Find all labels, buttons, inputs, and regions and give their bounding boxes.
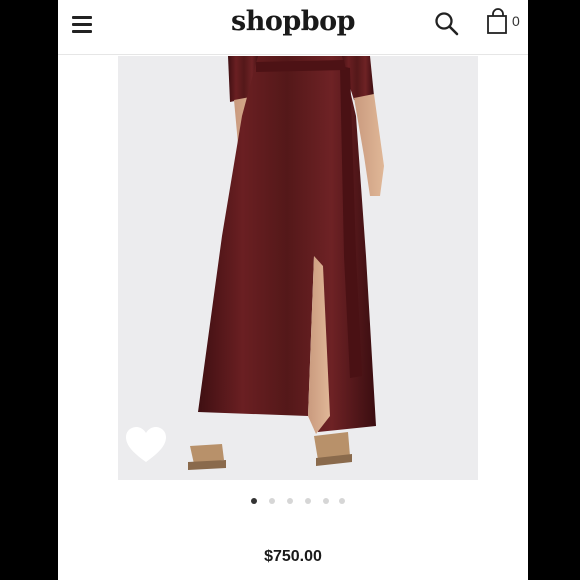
carousel-dot[interactable] <box>339 498 345 504</box>
carousel-dot[interactable] <box>269 498 275 504</box>
bag-count: 0 <box>512 13 520 29</box>
product-price: $750.00 <box>264 548 322 565</box>
search-icon <box>435 12 459 36</box>
top-nav-bar: shopbop 0 <box>58 0 528 55</box>
velvet-maxi-dress-photo <box>188 56 384 470</box>
product-image[interactable] <box>118 56 478 480</box>
carousel-dot[interactable] <box>323 498 329 504</box>
favorite-button[interactable] <box>124 425 168 465</box>
shopping-bag-icon <box>487 8 507 34</box>
carousel-indicator <box>58 498 528 508</box>
carousel-dot[interactable] <box>287 498 293 504</box>
app-screen: shopbop 0 $750.00 <box>58 0 528 580</box>
heart-icon <box>126 427 166 462</box>
search-button[interactable] <box>433 10 461 38</box>
shopping-bag-button[interactable]: 0 <box>486 8 526 38</box>
carousel-dot[interactable] <box>251 498 257 504</box>
carousel-dot[interactable] <box>305 498 311 504</box>
